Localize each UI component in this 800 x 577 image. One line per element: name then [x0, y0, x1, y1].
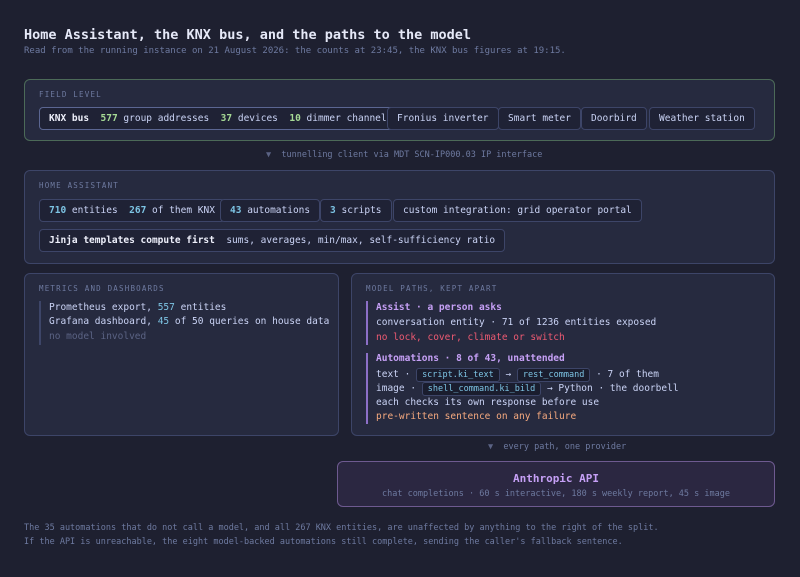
knx-bus-chip: KNX bus 577 group addresses 37 devices 1…	[39, 107, 403, 130]
automations-rule	[366, 353, 368, 424]
grafana-label: Grafana dashboard,	[49, 316, 152, 327]
group-address-label: group addresses	[123, 113, 210, 124]
anthropic-api-box: Anthropic API chat completions · 60 s in…	[337, 461, 775, 507]
model-paths-label: MODEL PATHS, KEPT APART	[366, 284, 498, 293]
field-level-label: FIELD LEVEL	[39, 90, 102, 99]
dimmer-label: dimmer channels	[306, 113, 393, 124]
connector-tunnelling-label: tunnelling client via MDT SCN-IP000.03 I…	[281, 150, 543, 160]
knx-entities-count: 267	[129, 205, 147, 216]
automations-chip: 43 automations	[220, 199, 321, 222]
image-path-tail: → Python · the doorbell	[546, 383, 679, 394]
metrics-panel: METRICS AND DASHBOARDS Prometheus export…	[24, 273, 339, 436]
device-chip-doorbird: Doorbird	[581, 107, 647, 130]
api-subtitle: chat completions · 60 s interactive, 180…	[382, 489, 730, 499]
arrow-right-icon: →	[505, 369, 512, 380]
text-path-line: text · script.ki_text → rest_command · 7…	[376, 368, 659, 382]
no-model-note: no model involved	[49, 331, 147, 342]
jinja-title: Jinja templates compute first	[49, 235, 215, 246]
integration-chip: custom integration: grid operator portal	[393, 199, 642, 222]
grafana-unit: of 50 queries on house data	[174, 316, 330, 327]
page-subtitle: Read from the running instance on 21 Aug…	[24, 46, 566, 56]
automations-title: Automations · 8 of 43, unattended	[376, 353, 565, 364]
home-assistant-label: HOME ASSISTANT	[39, 181, 120, 190]
assist-line: conversation entity · 71 of 1236 entitie…	[376, 317, 657, 328]
footer-note-2: If the API is unreachable, the eight mod…	[24, 537, 623, 547]
connector-provider: ▼ every path, one provider	[488, 442, 626, 452]
image-path-label: image ·	[376, 383, 417, 394]
device-count: 37	[220, 113, 233, 124]
field-level-panel: FIELD LEVEL KNX bus 577 group addresses …	[24, 79, 775, 141]
entities-label: entities	[71, 205, 118, 216]
metrics-label: METRICS AND DASHBOARDS	[39, 284, 165, 293]
grafana-count: 45	[157, 316, 170, 327]
dimmer-count: 10	[289, 113, 301, 124]
prometheus-label: Prometheus export,	[49, 302, 152, 313]
assist-warning: no lock, cover, climate or switch	[376, 332, 565, 343]
scripts-label: scripts	[341, 205, 382, 216]
connector-tunnelling: ▼ tunnelling client via MDT SCN-IP000.03…	[266, 150, 542, 160]
device-chip-weather-station: Weather station	[649, 107, 755, 130]
scripts-count: 3	[330, 205, 336, 216]
text-path-label: text ·	[376, 369, 411, 380]
model-paths-panel: MODEL PATHS, KEPT APART Assist · a perso…	[351, 273, 775, 436]
shell-command-code: shell_command.ki_bild	[421, 382, 542, 396]
automations-count: 43	[230, 205, 242, 216]
prometheus-count: 557	[157, 302, 175, 313]
group-address-count: 577	[100, 113, 118, 124]
check-line: each checks its own response before use	[376, 397, 600, 408]
page-title: Home Assistant, the KNX bus, and the pat…	[24, 27, 472, 43]
knx-bus-name: KNX bus	[49, 113, 90, 124]
jinja-desc: sums, averages, min/max, self-sufficienc…	[226, 235, 496, 246]
connector-provider-label: every path, one provider	[503, 442, 627, 452]
fallback-line: pre-written sentence on any failure	[376, 411, 577, 422]
home-assistant-panel: HOME ASSISTANT 710 entities 267 of them …	[24, 170, 775, 264]
rest-command-code: rest_command	[516, 368, 591, 382]
prometheus-line: Prometheus export, 557 entities	[49, 302, 226, 313]
image-path-line: image · shell_command.ki_bild → Python ·…	[376, 382, 679, 396]
assist-title: Assist · a person asks	[376, 302, 502, 313]
device-chip-smart-meter: Smart meter	[498, 107, 581, 130]
jinja-chip: Jinja templates compute first sums, aver…	[39, 229, 506, 252]
api-title: Anthropic API	[512, 472, 600, 485]
grafana-line: Grafana dashboard, 45 of 50 queries on h…	[49, 316, 329, 327]
footer-note-1: The 35 automations that do not call a mo…	[24, 523, 659, 533]
prometheus-unit: entities	[180, 302, 227, 313]
metrics-rule	[39, 301, 41, 345]
script-ki-text-code: script.ki_text	[416, 368, 500, 382]
entities-chip: 710 entities 267 of them KNX	[39, 199, 225, 222]
automations-label: automations	[247, 205, 311, 216]
entities-count: 710	[49, 205, 67, 216]
assist-rule	[366, 301, 368, 345]
text-path-count: · 7 of them	[596, 369, 659, 380]
scripts-chip: 3 scripts	[320, 199, 392, 222]
device-chip-fronius: Fronius inverter	[387, 107, 499, 130]
arrow-down-icon: ▼	[266, 150, 272, 160]
device-label: devices	[237, 113, 278, 124]
knx-entities-label: of them KNX	[152, 205, 215, 216]
arrow-down-icon: ▼	[488, 442, 494, 452]
